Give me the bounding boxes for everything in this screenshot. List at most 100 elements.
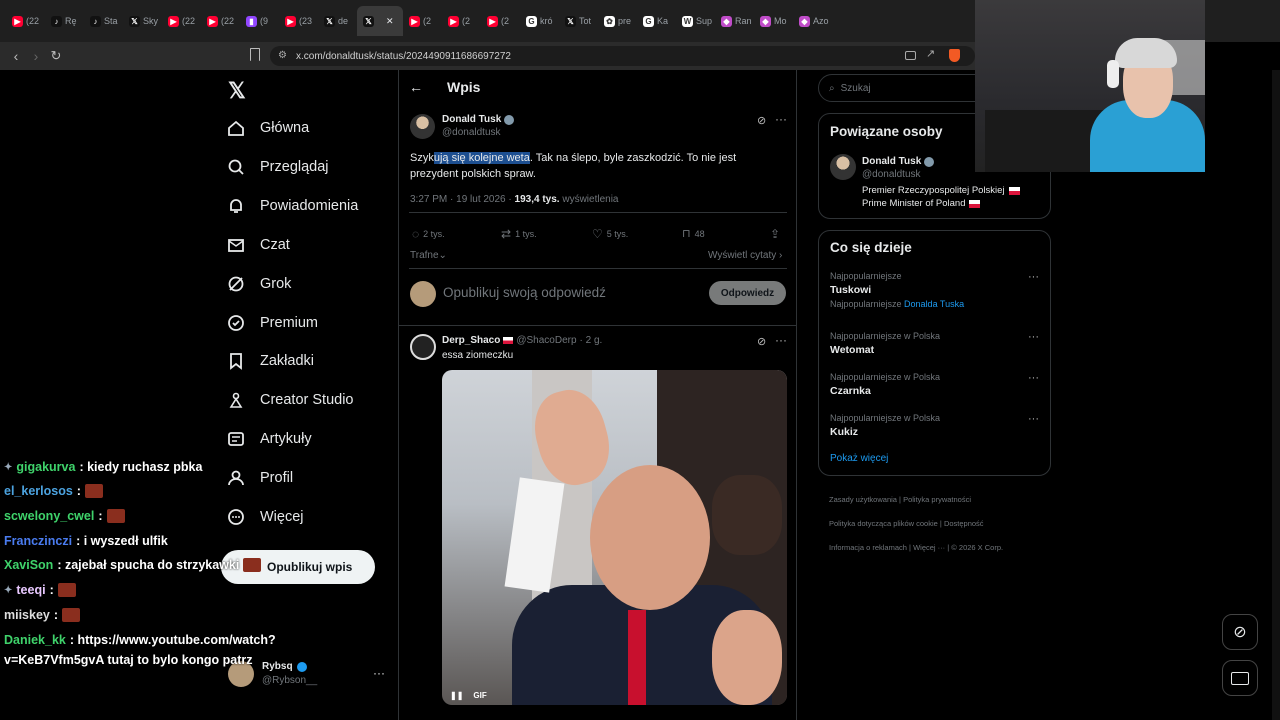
browser-tab[interactable]: 𝕏 ✕ bbox=[357, 6, 403, 36]
more-dots-icon[interactable]: ··· bbox=[1028, 372, 1039, 384]
close-tab-icon[interactable]: ✕ bbox=[386, 16, 394, 27]
browser-tab[interactable]: ▶ (2 bbox=[442, 6, 481, 36]
browser-tab[interactable]: ▮ (9 bbox=[240, 6, 279, 36]
grok-icon[interactable]: ⊘ bbox=[757, 335, 766, 348]
post-button-label: Opublikuj wpis bbox=[267, 560, 353, 574]
trend-item[interactable]: Najpopularniejsze w Polska Kukiz ··· bbox=[830, 413, 1042, 438]
tab-label: Mo bbox=[774, 16, 787, 26]
sidebar-item-6[interactable]: Premium bbox=[226, 305, 318, 341]
footer-link[interactable]: © 2026 X Corp. bbox=[951, 543, 1003, 552]
sidebar-item-2[interactable]: Przeglądaj bbox=[226, 149, 329, 185]
poland-flag-icon bbox=[969, 199, 981, 208]
sidebar-item-label: Zakładki bbox=[260, 353, 314, 370]
url-bar[interactable]: ⚙ x.com/donaldtusk/status/20244909116866… bbox=[270, 46, 975, 66]
browser-tab[interactable]: ♪ Sta bbox=[84, 6, 123, 36]
back-arrow-icon[interactable]: ← bbox=[409, 79, 423, 95]
more-dots-icon[interactable]: ··· bbox=[1028, 271, 1039, 283]
repost-button[interactable]: ⇄ 1 tys. bbox=[501, 227, 537, 241]
screen-icon[interactable] bbox=[905, 51, 916, 60]
bookmark-button[interactable]: ⊓ 48 bbox=[682, 227, 705, 240]
sort-dropdown[interactable]: Trafne⌄ bbox=[410, 250, 447, 261]
footer-link[interactable]: Dostępność bbox=[944, 519, 984, 528]
back-icon[interactable]: ‹ bbox=[6, 48, 26, 64]
author-avatar[interactable] bbox=[410, 114, 435, 139]
brave-shield-icon[interactable] bbox=[949, 49, 960, 62]
browser-tab[interactable]: ◆ Azo bbox=[793, 6, 832, 36]
browser-tab[interactable]: ◆ Mo bbox=[754, 6, 793, 36]
more-dots-icon[interactable]: ··· bbox=[373, 666, 385, 680]
reply-handle[interactable]: @ShacoDerp bbox=[516, 335, 576, 346]
sidebar-item-3[interactable]: Powiadomienia bbox=[226, 188, 358, 224]
browser-tab[interactable]: ▶ (22 bbox=[6, 6, 45, 36]
trend-item[interactable]: Najpopularniejsze Tuskowi Najpopularniejsz… bbox=[830, 271, 1042, 309]
browser-tab[interactable]: ▶ (22 bbox=[201, 6, 240, 36]
sidebar-item-10[interactable]: Profil bbox=[226, 460, 293, 496]
author-name[interactable]: Donald Tusk bbox=[442, 113, 501, 126]
sidebar-item-7[interactable]: Zakładki bbox=[226, 343, 314, 379]
browser-tab[interactable]: G Ka bbox=[637, 6, 676, 36]
browser-tab[interactable]: ▶ (2 bbox=[403, 6, 442, 36]
reply-button[interactable]: ◌ 2 tys. bbox=[412, 227, 445, 241]
sidebar-item-1[interactable]: Główna bbox=[226, 110, 309, 146]
browser-tab[interactable]: ✿ pre bbox=[598, 6, 637, 36]
reply-input[interactable]: Opublikuj swoją odpowiedź bbox=[443, 285, 606, 300]
browser-tab[interactable]: ▶ (2 bbox=[481, 6, 520, 36]
reply-gif[interactable]: ❚❚ GIF bbox=[442, 370, 787, 705]
site-info-icon[interactable]: ⚙ bbox=[278, 50, 287, 61]
post-meta: 3:27 PM · 19 lut 2026 · 193,4 tys. wyświ… bbox=[410, 194, 619, 205]
tab-label: (23 bbox=[299, 16, 313, 26]
browser-tab[interactable]: 𝕏de bbox=[318, 6, 357, 36]
footer-link[interactable]: Polityka prywatności bbox=[903, 495, 971, 504]
x-logo-icon[interactable]: 𝕏 bbox=[228, 78, 246, 104]
more-dots-icon[interactable]: ··· bbox=[1028, 331, 1039, 343]
trend-link[interactable]: Donalda Tuska bbox=[904, 299, 964, 309]
scrollbar[interactable] bbox=[1272, 70, 1280, 720]
sidebar-item-5[interactable]: Grok bbox=[226, 266, 291, 302]
trend-name: Wetomat bbox=[830, 344, 875, 356]
footer-link[interactable]: Polityka dotycząca plików cookie bbox=[829, 519, 938, 528]
related-name[interactable]: Donald Tusk bbox=[862, 155, 921, 168]
reply-age: · 2 g. bbox=[579, 335, 603, 346]
grok-float-button[interactable]: ⊘ bbox=[1222, 614, 1258, 650]
reply-author[interactable]: Derp_Shaco bbox=[442, 335, 500, 346]
browser-tab[interactable]: ▶ (22 bbox=[162, 6, 201, 36]
chat-text: : bbox=[49, 583, 54, 597]
more-dots-icon[interactable]: ··· bbox=[1028, 413, 1039, 425]
sidebar-item-4[interactable]: Czat bbox=[226, 227, 290, 263]
reply-avatar[interactable] bbox=[410, 334, 436, 360]
sidebar-item-8[interactable]: Creator Studio bbox=[226, 382, 354, 418]
reply-submit-button[interactable]: Odpowiedz bbox=[709, 281, 786, 305]
browser-tab[interactable]: Gkró bbox=[520, 6, 559, 36]
sidebar-item-11[interactable]: Więcej bbox=[226, 499, 304, 535]
browser-tab[interactable]: ◆ Ran bbox=[715, 6, 754, 36]
more-dots-icon[interactable]: ··· bbox=[775, 333, 787, 347]
like-button[interactable]: ♡ 5 tys. bbox=[592, 227, 628, 241]
browser-tab[interactable]: ♪ Rę bbox=[45, 6, 84, 36]
sidebar-item-9[interactable]: Artykuły bbox=[226, 421, 312, 457]
share-icon[interactable]: ↗ bbox=[926, 47, 935, 60]
reload-icon[interactable]: ↻ bbox=[46, 48, 66, 64]
post-time[interactable]: 3:27 PM · 19 lut 2026 · bbox=[410, 194, 515, 205]
browser-tab[interactable]: 𝕏 Tot bbox=[559, 6, 598, 36]
browser-tab[interactable]: ▶ (23 bbox=[279, 6, 318, 36]
footer-link[interactable]: Zasady użytkowania bbox=[829, 495, 897, 504]
trend-name: Tuskowi bbox=[830, 284, 872, 296]
trend-item[interactable]: Najpopularniejsze w Polska Czarnka ··· bbox=[830, 372, 1042, 397]
view-quotes-link[interactable]: Wyświetl cytaty › bbox=[708, 250, 782, 261]
related-avatar[interactable] bbox=[830, 154, 856, 180]
browser-tab[interactable]: 𝕏 Sky bbox=[123, 6, 162, 36]
forward-icon[interactable]: › bbox=[26, 48, 46, 64]
share-icon[interactable]: ⇪ bbox=[770, 227, 780, 241]
footer-link[interactable]: Więcej ··· bbox=[913, 543, 945, 552]
trend-context: Najpopularniejsze w Polska bbox=[830, 372, 941, 382]
footer-link[interactable]: Informacja o reklamach bbox=[829, 543, 907, 552]
show-more-link[interactable]: Pokaż więcej bbox=[830, 453, 888, 464]
messages-float-button[interactable] bbox=[1222, 660, 1258, 696]
bookmark-star-icon[interactable] bbox=[250, 48, 260, 61]
grok-icon[interactable]: ⊘ bbox=[757, 114, 766, 127]
trends-card: Co się dzieje Najpopularniejsze Tuskowi Na… bbox=[818, 230, 1051, 476]
trend-item[interactable]: Najpopularniejsze w Polska Wetomat ··· bbox=[830, 331, 1042, 356]
more-dots-icon[interactable]: ··· bbox=[775, 112, 787, 126]
pause-icon[interactable]: ❚❚ bbox=[450, 691, 463, 700]
browser-tab[interactable]: W Sup bbox=[676, 6, 715, 36]
